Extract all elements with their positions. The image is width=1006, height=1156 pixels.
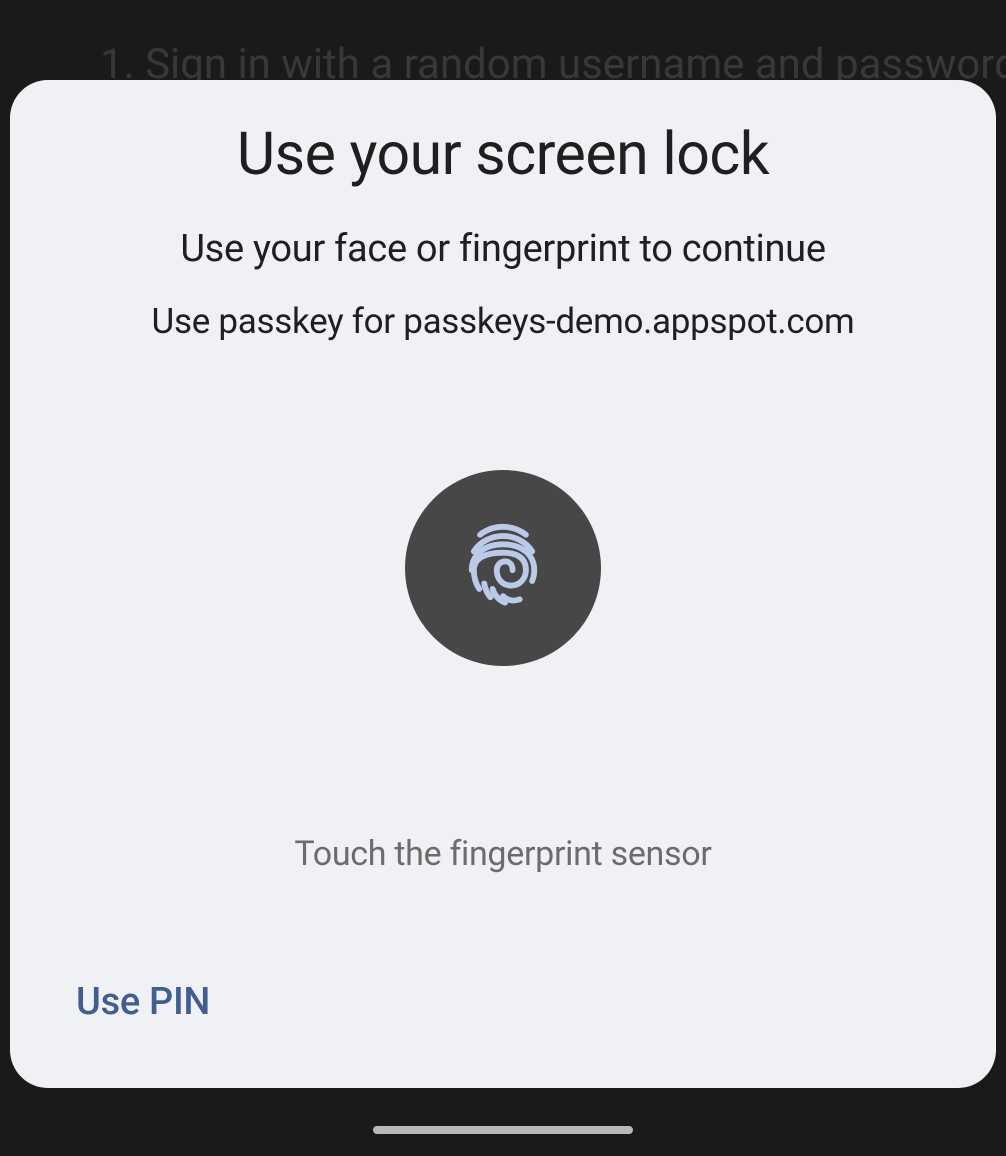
use-pin-button[interactable]: Use PIN (76, 972, 210, 1032)
dialog-title: Use your screen lock (10, 120, 996, 189)
dialog-subtitle: Use your face or fingerprint to continue (10, 227, 996, 271)
fingerprint-sensor-button[interactable] (405, 470, 601, 666)
sensor-hint-text: Touch the fingerprint sensor (294, 834, 711, 874)
passkey-domain-line: Use passkey for passkeys-demo.appspot.co… (10, 301, 996, 342)
dialog-button-bar: Use PIN (10, 972, 996, 1088)
sensor-area: Touch the fingerprint sensor (10, 342, 996, 972)
fingerprint-icon (453, 516, 553, 620)
biometric-prompt-sheet: Use your screen lock Use your face or fi… (10, 80, 996, 1088)
navigation-gesture-handle[interactable] (373, 1126, 633, 1134)
